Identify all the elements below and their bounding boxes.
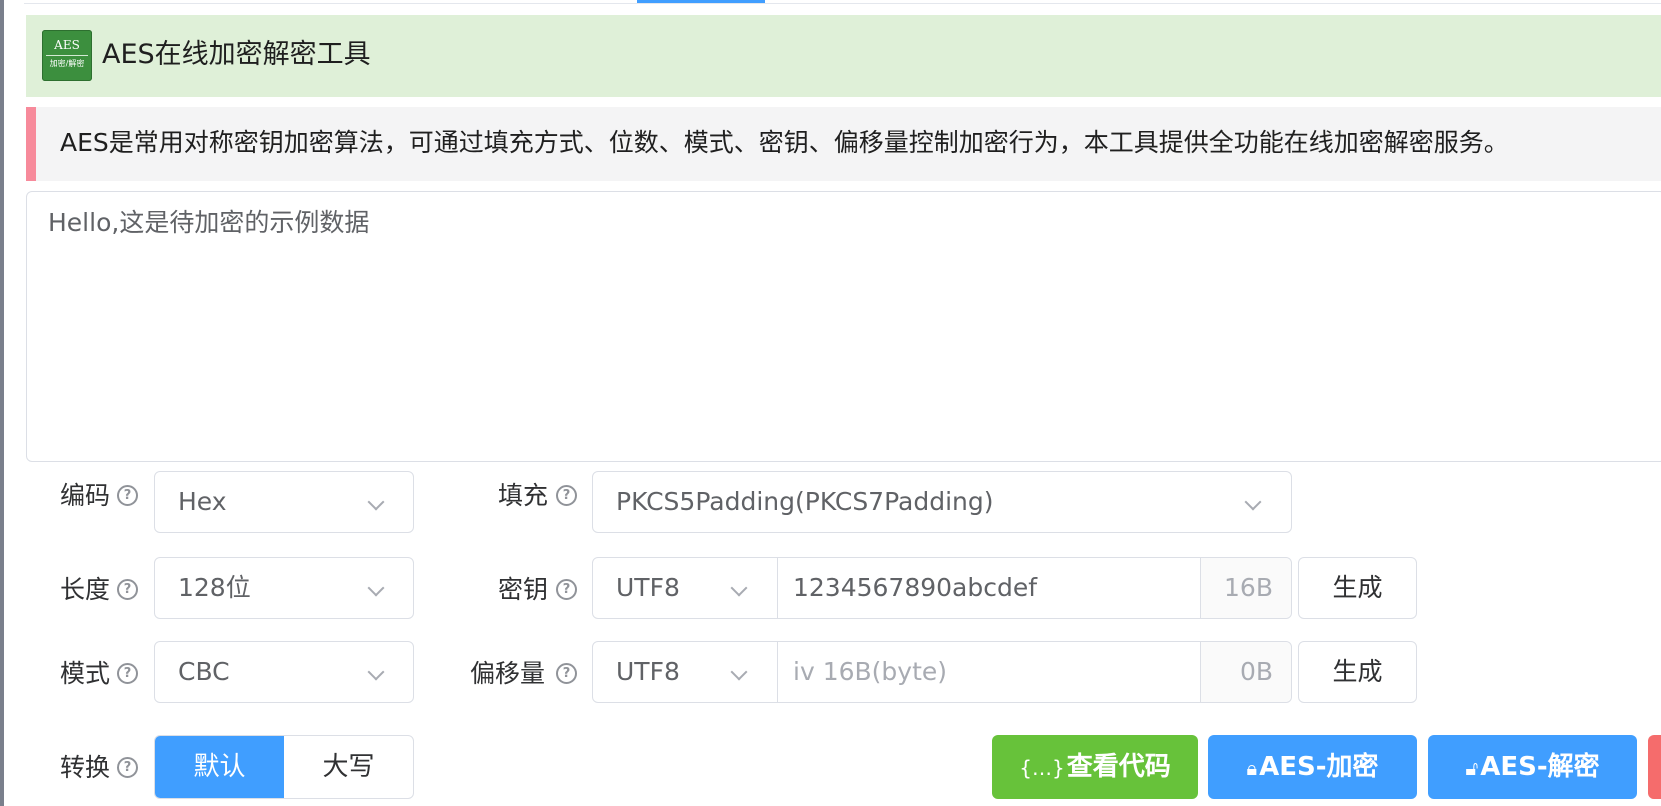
view-code-label: 查看代码: [1066, 752, 1171, 782]
iv-encoding-select[interactable]: UTF8: [593, 642, 778, 702]
logo-text-bottom: 加密/解密: [49, 59, 85, 68]
key-encoding-select[interactable]: UTF8: [593, 558, 778, 618]
key-input-group: UTF8 1234567890abcdef 16B: [592, 557, 1292, 619]
iv-input-group: UTF8 iv 16B(byte) 0B: [592, 641, 1292, 703]
key-size: 16B: [1224, 573, 1273, 602]
convert-label: 转换: [60, 753, 111, 782]
window-edge: [0, 0, 4, 806]
plaintext-input[interactable]: Hello,这是待加密的示例数据: [26, 191, 1661, 462]
iv-encoding-value: UTF8: [616, 657, 680, 686]
page-title: AES在线加密解密工具: [102, 39, 371, 70]
chevron-down-icon: [367, 663, 385, 681]
encoding-value: Hex: [178, 487, 227, 516]
question-circle-icon[interactable]: ?: [556, 663, 577, 684]
key-encoding-value: UTF8: [616, 573, 680, 602]
generate-key-button[interactable]: 生成: [1298, 557, 1417, 619]
encoding-label: 编码: [60, 481, 111, 510]
chevron-down-icon: [367, 493, 385, 511]
chevron-down-icon: [730, 663, 748, 681]
length-value: 128位: [178, 573, 251, 602]
question-circle-icon[interactable]: ?: [117, 485, 138, 506]
unlock-icon: 🔓︎: [1465, 756, 1479, 780]
question-circle-icon[interactable]: ?: [117, 757, 138, 778]
key-label: 密钥: [498, 575, 549, 604]
code-braces-icon: {…}: [1019, 756, 1065, 780]
active-tab-indicator[interactable]: [637, 0, 765, 3]
padding-select[interactable]: PKCS5Padding(PKCS7Padding): [592, 471, 1292, 533]
convert-option-default[interactable]: 默认: [155, 736, 284, 798]
header-bar: AES 加密/解密 AES在线加密解密工具: [26, 15, 1661, 97]
encrypt-label: AES-加密: [1259, 752, 1379, 782]
aes-logo: AES 加密/解密: [42, 30, 92, 81]
iv-label: 偏移量: [470, 659, 546, 688]
convert-radio-group: 默认 大写: [154, 735, 414, 799]
mode-label: 模式: [60, 659, 111, 688]
logo-text-top: AES: [54, 38, 80, 52]
encoding-select[interactable]: Hex: [154, 471, 414, 533]
decrypt-label: AES-解密: [1480, 752, 1600, 782]
key-size-suffix: 16B: [1200, 558, 1291, 618]
chevron-down-icon: [730, 579, 748, 597]
length-label: 长度: [60, 575, 111, 604]
question-circle-icon[interactable]: ?: [556, 485, 577, 506]
clear-button[interactable]: [1648, 735, 1661, 799]
plaintext-placeholder: Hello,这是待加密的示例数据: [48, 208, 370, 237]
length-select[interactable]: 128位: [154, 557, 414, 619]
convert-option-uppercase[interactable]: 大写: [284, 736, 413, 798]
description-alert: AES是常用对称密钥加密算法，可通过填充方式、位数、模式、密钥、偏移量控制加密行…: [26, 107, 1661, 181]
padding-label: 填充: [498, 481, 549, 510]
mode-value: CBC: [178, 657, 230, 686]
question-circle-icon[interactable]: ?: [556, 579, 577, 600]
iv-input[interactable]: iv 16B(byte): [793, 655, 947, 689]
mode-select[interactable]: CBC: [154, 641, 414, 703]
question-circle-icon[interactable]: ?: [117, 663, 138, 684]
key-input[interactable]: 1234567890abcdef: [793, 571, 1037, 605]
generate-iv-button[interactable]: 生成: [1298, 641, 1417, 703]
tab-bar-line: [24, 3, 1661, 4]
iv-size-suffix: 0B: [1200, 642, 1291, 702]
encrypt-button[interactable]: 🔒︎AES-加密: [1208, 735, 1417, 799]
lock-icon: 🔒︎: [1246, 756, 1258, 780]
question-circle-icon[interactable]: ?: [117, 579, 138, 600]
description-text: AES是常用对称密钥加密算法，可通过填充方式、位数、模式、密钥、偏移量控制加密行…: [60, 128, 1509, 157]
padding-value: PKCS5Padding(PKCS7Padding): [616, 487, 994, 516]
chevron-down-icon: [1244, 493, 1262, 511]
decrypt-button[interactable]: 🔓︎AES-解密: [1428, 735, 1637, 799]
view-code-button[interactable]: {…}查看代码: [992, 735, 1198, 799]
alert-accent-bar: [26, 107, 36, 181]
logo-divider: [46, 55, 88, 56]
iv-size: 0B: [1239, 657, 1273, 686]
chevron-down-icon: [367, 579, 385, 597]
